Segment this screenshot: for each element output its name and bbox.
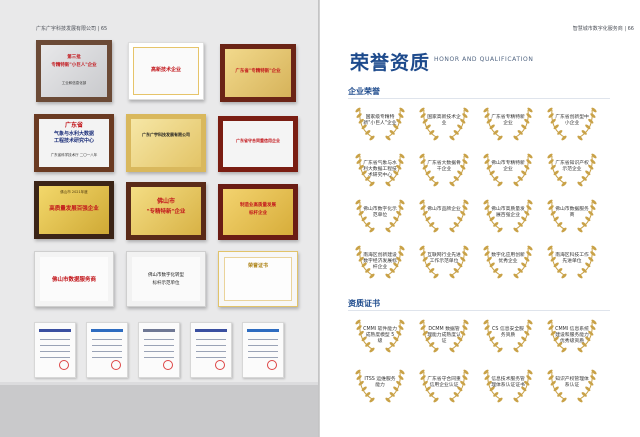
honor-label: 广东省知识产权示范企业 [555,161,589,172]
plaque-title-3: 广东省"专精特新"企业 [235,69,281,74]
honor-label: 互联网行业先进工作示范单位 [427,253,461,264]
honor-label: 南海区科技工作先进单位 [555,253,589,264]
certificate-3 [138,322,180,378]
plaque-little-giant: 第三批 专精特新"小巨人"企业 工业和信息化部 [36,40,112,102]
plaque-data-service: 佛山市数据服务商 [34,251,114,307]
plaque-title-10: 佛山市数据服务商 [51,277,96,283]
honor-item: 广东省大数据骨干企业 [416,150,472,188]
honor-item: 南海区创新建设数字经济发展标杆企业 [352,242,408,280]
honor-label: 广东省专精特新企业 [491,115,525,126]
plaque-title-7: 高质量发展百强企业 [49,206,99,212]
plaque-title-8a: 佛山市 [156,198,175,205]
laurel-wreath-icon [419,199,469,233]
plaque-issuer-7: 佛山市 2021年度 [60,190,88,194]
certificate-label: CMMI 软件能力成熟度模型 5 级 [363,327,397,344]
certificate-item: DCMM 数据管理能力成熟度认证 [416,316,472,354]
certificate-label: 知识产权管理体系认证 [555,377,589,388]
section-divider-certs [348,310,610,311]
plaque-digital-demo: 佛山市数字化转型 标杆示范单位 [126,251,206,307]
honor-label: 数字化应用创新优秀企业 [491,253,525,264]
plaque-title-4b: 气象与水利大数据 [53,131,94,137]
honor-item: 佛山市数字化示范单位 [352,196,408,234]
honor-label: 南海区创新建设数字经济发展标杆企业 [363,253,397,270]
honor-label: 佛山市数据服务商 [555,207,589,218]
section-divider-honors [348,98,610,99]
certificate-item: CMMI 信息系统建设和服务能力优秀级资质 [544,316,600,354]
honor-label: 国家高新技术企业 [427,115,461,126]
certificate-5 [242,322,284,378]
plaque-honor-certificate: 荣誉证书 [218,251,298,307]
plaque-manufacturing-benchmark: 制造业高质量发展 标杆企业 [218,184,298,240]
floor [0,385,320,437]
plaque-title-1a: 第三批 [67,55,81,60]
honor-item: 国家级专精特新"小巨人"企业 [352,104,408,142]
certificate-label: ITSS 运维服务能力 [364,377,396,388]
certificate-label: 信息技术服务管理体系认证证书 [491,377,525,388]
honor-item: 互联网行业先进工作示范单位 [416,242,472,280]
left-page: 广东广宇科技发展有限公司 | 65 第三批 专精特新"小巨人"企业 工业和信息化… [0,0,320,437]
plaque-title-4c: 工程技术研究中心 [53,138,94,144]
certificate-item: ITSS 运维服务能力 [352,366,408,404]
certificate-item: 信息技术服务管理体系认证证书 [480,366,536,404]
honor-item: 佛山市专精特新企业 [480,150,536,188]
honor-item: 广东省专精特新企业 [480,104,536,142]
plaque-issuer-1: 工业和信息化部 [61,81,87,85]
plaque-title-6: 广东省守合同重信用企业 [236,138,280,143]
certificate-1 [34,322,76,378]
certificate-label: 广东省守合同重信用企业认证 [427,377,461,388]
plaque-title-1b: 专精特新"小巨人"企业 [51,63,97,68]
certificate-2 [86,322,128,378]
left-page-header: 广东广宇科技发展有限公司 | 65 [36,26,108,32]
page-title: 荣誉资质 [350,52,431,74]
right-page-header: 智慧城市数字化服务商 | 66 [572,26,634,32]
plaque-top100: 佛山市 2021年度 高质量发展百强企业 [34,181,114,239]
certificate-item: CS 信息安全服务资质 [480,316,536,354]
honor-label: 广东省大数据骨干企业 [427,161,461,172]
certificate-label: CMMI 信息系统建设和服务能力优秀级资质 [555,327,589,344]
plaque-foshan-specialized: 佛山市 "专精特新"企业 [126,182,206,240]
honor-item: 佛山市高质量发展百强企业 [480,196,536,234]
plaque-engineering-center: 广东省 气象与水利大数据 工程技术研究中心 广东省科学技术厅 二〇一八年 [34,114,114,172]
plaque-title-4a: 广东省 [64,122,83,129]
plaque-guangdong-specialized: 广东省"专精特新"企业 [220,44,296,102]
certificate-item: 广东省守合同重信用企业认证 [416,366,472,404]
plaque-title-5: 广东广宇科技发展有限公司 [142,132,190,137]
plaque-contract-credit: 广东省守合同重信用企业 [218,116,298,172]
plaque-title-9a: 制造业高质量发展 [240,203,276,208]
plaque-title-12: 荣誉证书 [247,263,268,269]
honor-label: 佛山市高质量发展百强企业 [491,207,525,218]
plaque-title-8b: "专精特新"企业 [146,209,186,215]
honor-item: 广东省气象与水利大数据工程技术研究中心 [352,150,408,188]
page-subtitle-en: HONOR AND QUALIFICATION [434,56,534,63]
certificate-4 [190,322,232,378]
certificate-label: CS 信息安全服务资质 [492,327,524,338]
certificate-item: CMMI 软件能力成熟度模型 5 级 [352,316,408,354]
honor-label: 佛山市品牌企业 [427,207,461,212]
honor-item: 国家高新技术企业 [416,104,472,142]
honor-label: 佛山市专精特新企业 [491,161,525,172]
plaque-high-tech: 高新技术企业 [128,42,204,100]
plaque-company-name: 广东广宇科技发展有限公司 [126,114,206,172]
certificate-item: 知识产权管理体系认证 [544,366,600,404]
honor-label: 广东省气象与水利大数据工程技术研究中心 [363,161,397,178]
honor-item: 佛山市品牌企业 [416,196,472,234]
section-title-certs: 资质证书 [348,299,380,308]
plaque-title-11a: 佛山市数字化转型 [148,273,184,278]
honor-label: 广东省创新型中小企业 [555,115,589,126]
honor-label: 佛山市数字化示范单位 [363,207,397,218]
honor-item: 佛山市数据服务商 [544,196,600,234]
honor-item: 南海区科技工作先进单位 [544,242,600,280]
certificate-label: DCMM 数据管理能力成熟度认证 [427,327,461,344]
honor-label: 国家级专精特新"小巨人"企业 [363,115,397,126]
honor-item: 数字化应用创新优秀企业 [480,242,536,280]
plaque-title-2: 高新技术企业 [150,67,181,73]
section-title-honors: 企业荣誉 [348,87,380,96]
plaque-issuer-4: 广东省科学技术厅 二〇一八年 [50,153,98,157]
plaque-title-11b: 标杆示范单位 [152,281,180,286]
honor-item: 广东省创新型中小企业 [544,104,600,142]
right-page: 智慧城市数字化服务商 | 66 荣誉资质 HONOR AND QUALIFICA… [320,0,640,437]
honor-item: 广东省知识产权示范企业 [544,150,600,188]
plaque-title-9b: 标杆企业 [249,211,267,216]
